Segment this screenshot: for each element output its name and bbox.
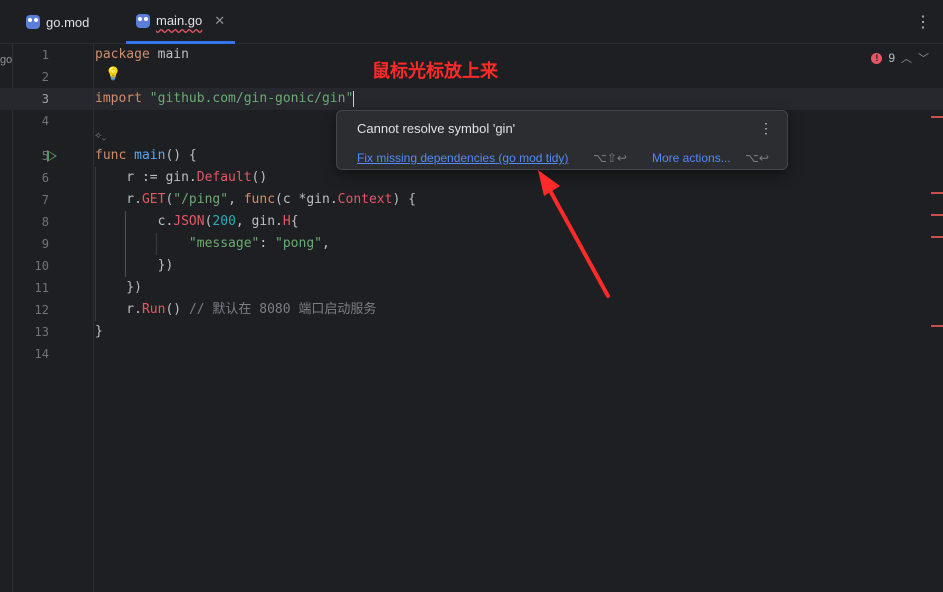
line-number: 3 (41, 92, 49, 106)
error-stripe-mark[interactable] (931, 192, 943, 194)
annotation-text: 鼠标光标放上来 (372, 61, 498, 81)
more-options-icon[interactable]: ⋮ (915, 12, 931, 32)
code-line-1: package main (95, 47, 189, 62)
tab-main-go[interactable]: main.go ✕ (126, 0, 236, 44)
close-tab-icon[interactable]: ✕ (214, 13, 225, 29)
code-line-13: } (95, 324, 103, 339)
inlay-hint-icon[interactable]: ⟡⌄ (95, 130, 106, 141)
code-line-12: r.Run() // 默认在 8080 端口启动服务 (95, 302, 377, 317)
indent-guide (156, 233, 157, 255)
line-number: 13 (34, 325, 49, 339)
indent-guide (125, 211, 126, 277)
tab-label: main.go (156, 13, 203, 28)
gopher-icon (136, 13, 150, 28)
error-count: 9 (888, 51, 895, 65)
more-actions-shortcut: ⌥↩ (745, 151, 769, 165)
line-number: 2 (41, 70, 49, 84)
run-icon[interactable] (47, 150, 57, 162)
line-number: 6 (41, 171, 49, 185)
more-options-icon[interactable]: ⋮ (759, 120, 773, 137)
error-stripe-mark[interactable] (931, 236, 943, 238)
error-stripe-mark[interactable] (931, 325, 943, 327)
line-number: 14 (34, 347, 49, 361)
fix-shortcut: ⌥⇧↩ (593, 151, 627, 165)
line-number: 11 (34, 281, 49, 295)
line-number: 1 (41, 48, 49, 62)
code-line-5: func main() { (95, 148, 197, 163)
more-actions-link[interactable]: More actions... (652, 151, 731, 165)
error-stripe-mark[interactable] (931, 116, 943, 118)
line-number: 7 (41, 193, 49, 207)
fix-dependencies-link[interactable]: Fix missing dependencies (go mod tidy) (357, 151, 568, 165)
indent-guide (95, 167, 96, 321)
code-line-6: r := gin.Default() (95, 170, 268, 185)
chevron-up-icon[interactable]: ︿ (901, 50, 912, 66)
editor-tab-bar: go.mod main.go ✕ ⋮ (0, 0, 943, 44)
error-message: Cannot resolve symbol 'gin' (357, 121, 516, 136)
code-line-11: }) (95, 280, 142, 295)
error-icon: ! (871, 52, 883, 64)
line-number: 5 (41, 149, 49, 163)
line-number: 10 (34, 259, 49, 273)
code-line-10: }) (95, 258, 174, 273)
tab-label: go.mod (46, 14, 90, 30)
error-indicator[interactable]: ! 9 ︿ ﹀ (871, 50, 929, 66)
error-tooltip-popup: Cannot resolve symbol 'gin' ⋮ Fix missin… (336, 110, 788, 170)
tab-go-mod[interactable]: go.mod (16, 0, 99, 44)
code-line-7: r.GET("/ping", func(c *gin.Context) { (95, 192, 416, 207)
chevron-down-icon[interactable]: ﹀ (918, 50, 929, 66)
error-lightbulb-icon[interactable]: 💡 (105, 66, 121, 82)
project-label: go (0, 54, 13, 66)
gopher-icon (26, 15, 40, 29)
code-line-9: "message": "pong", (188, 236, 330, 251)
line-number: 9 (41, 237, 49, 251)
line-number-gutter: 1 2 3 4 5 6 7 8 9 10 11 12 13 14 (13, 44, 94, 592)
line-number: 12 (34, 303, 49, 317)
project-panel-strip: go (0, 44, 13, 592)
code-line-3: import "github.com/gin-gonic/gin" (95, 90, 355, 107)
error-stripe-mark[interactable] (931, 214, 943, 216)
line-number: 4 (41, 114, 49, 128)
line-number: 8 (41, 215, 49, 229)
text-caret (353, 90, 355, 107)
